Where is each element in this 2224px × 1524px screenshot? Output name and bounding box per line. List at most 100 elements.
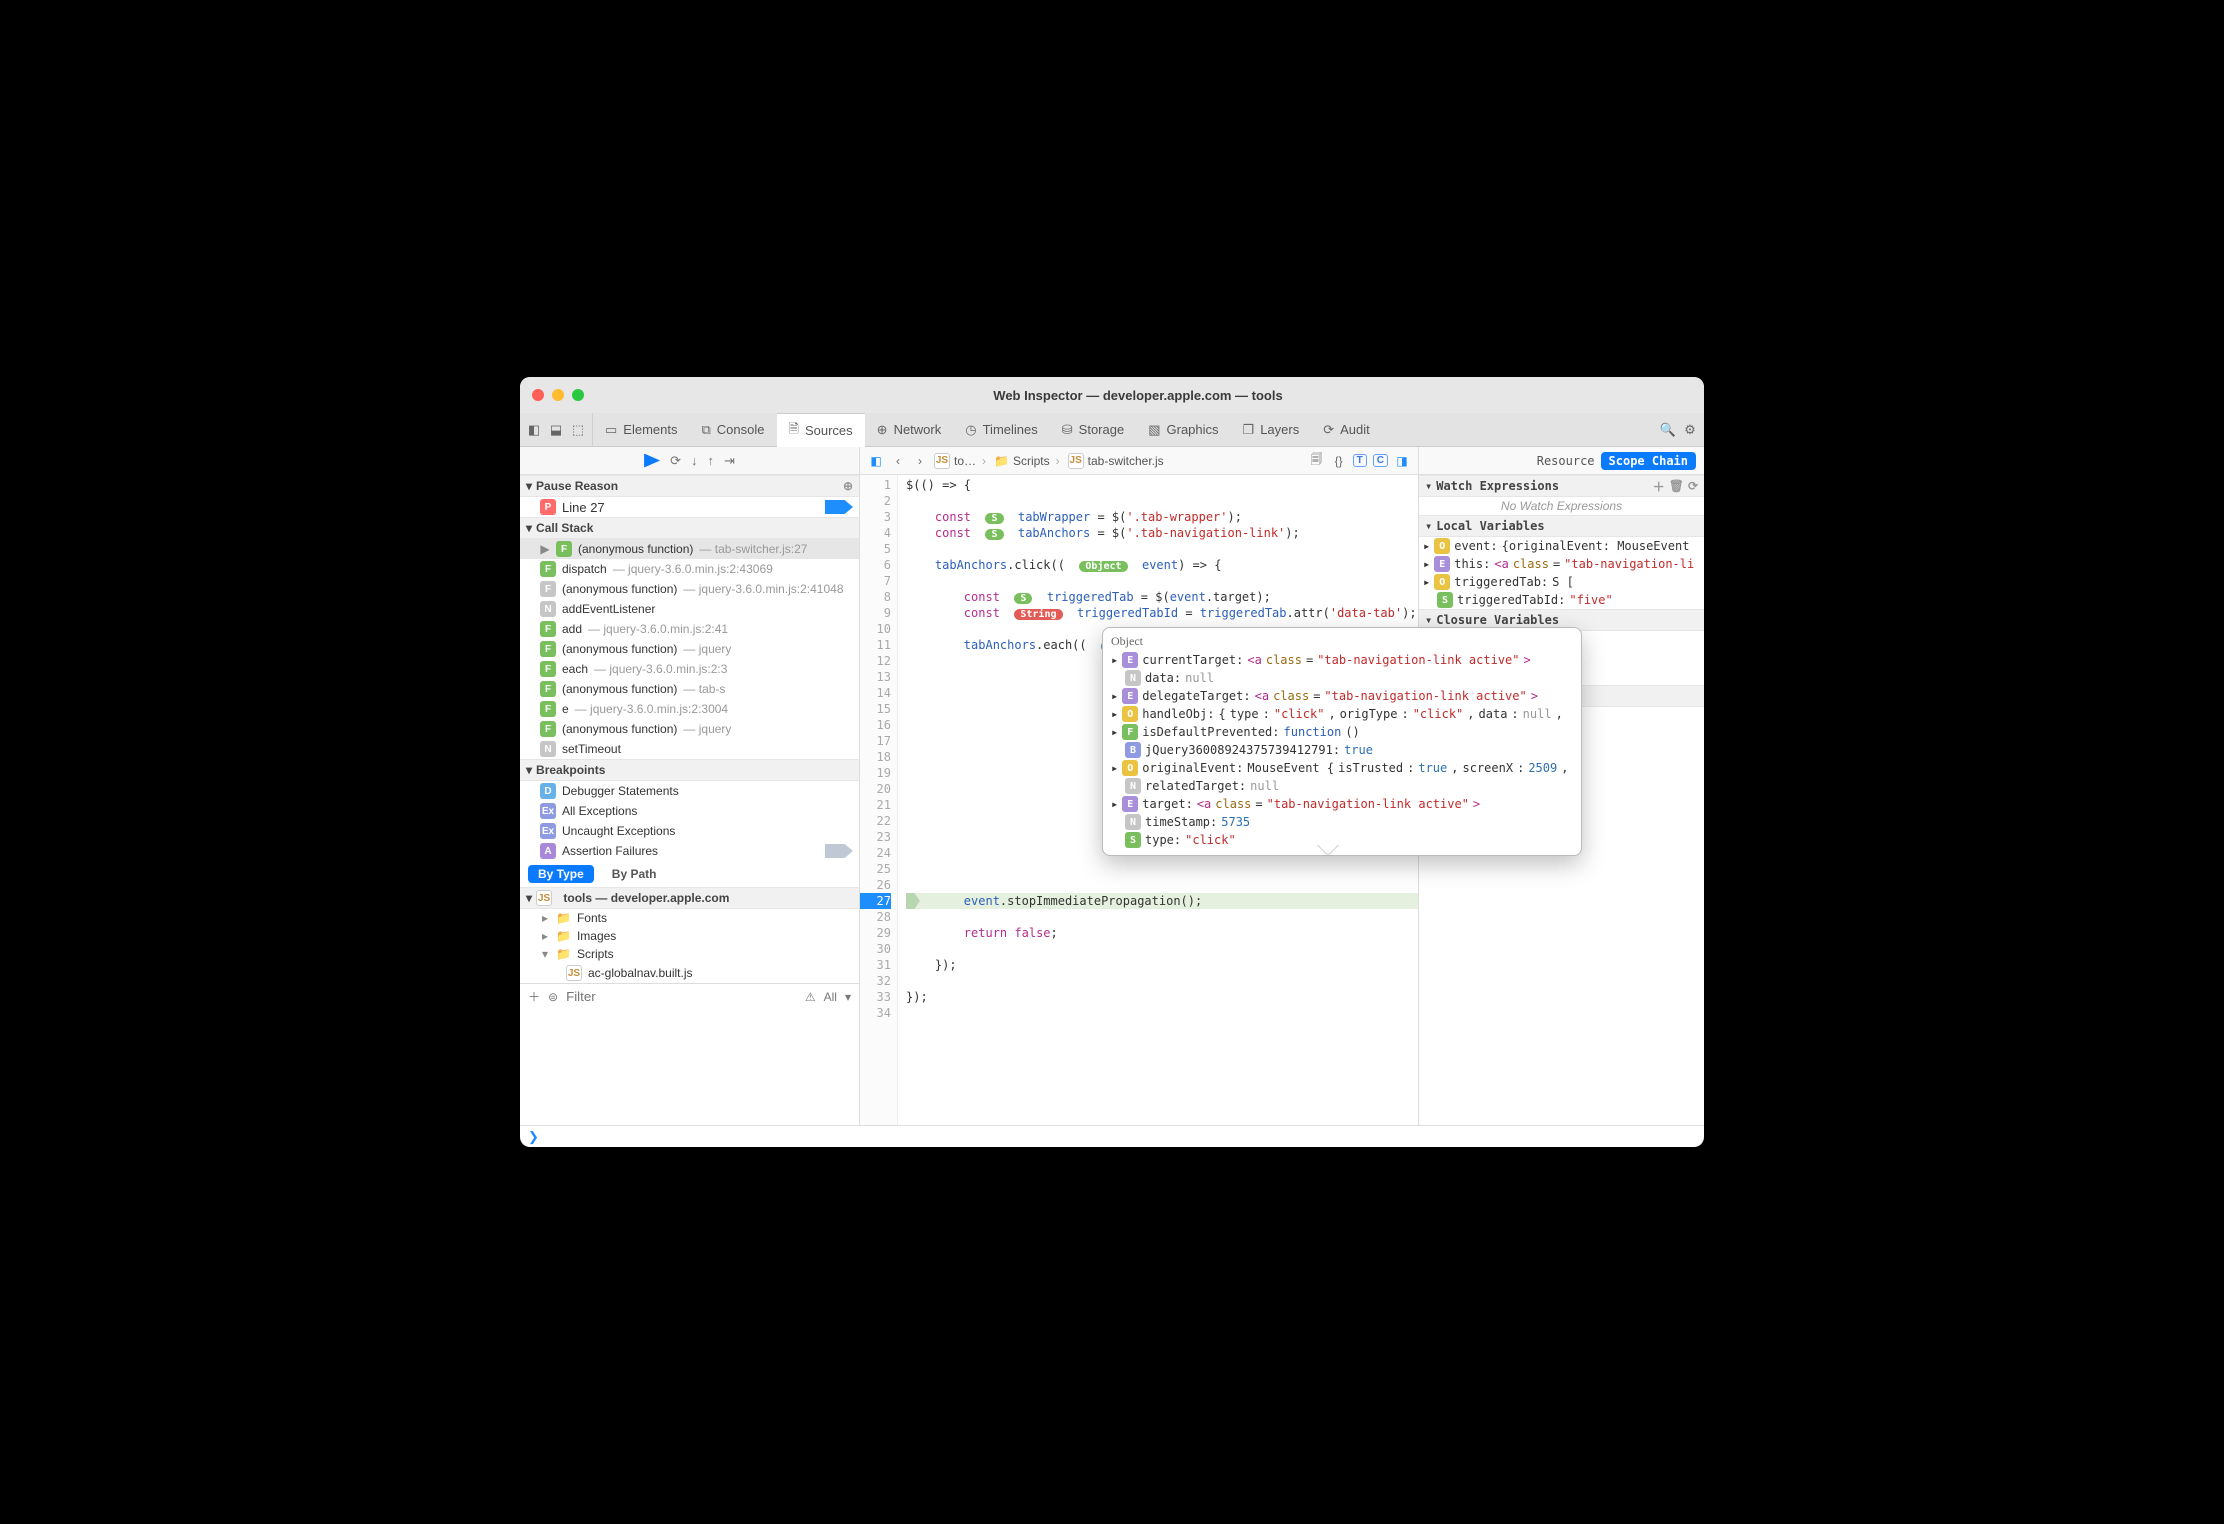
breakpoint-row[interactable]: ExAll Exceptions — [520, 801, 859, 821]
scope-variable[interactable]: ▸Oevent: {originalEvent: MouseEvent — [1419, 537, 1704, 555]
stack-frame[interactable]: F(anonymous function) — jquery — [520, 719, 859, 739]
tab-graphics[interactable]: ▧Graphics — [1136, 413, 1230, 446]
dropdown-icon[interactable]: ▾ — [845, 990, 851, 1004]
right-panel-toggle-icon[interactable]: ◨ — [1394, 453, 1410, 469]
dock-side-icon[interactable]: ◧ — [526, 422, 542, 438]
c-box-icon[interactable]: C — [1373, 454, 1388, 467]
step-over-icon[interactable]: ⟳ — [670, 453, 681, 469]
dock-popout-icon[interactable]: ⬚ — [570, 422, 586, 438]
crumb-folder[interactable]: 📁Scripts — [994, 454, 1062, 468]
stack-frame[interactable]: Fe — jquery-3.6.0.min.js:2:3004 — [520, 699, 859, 719]
by-type-chip[interactable]: By Type — [528, 865, 594, 883]
add-resource-icon[interactable]: ＋ — [528, 988, 540, 1005]
close-icon[interactable] — [532, 389, 544, 401]
filter-input[interactable] — [566, 989, 797, 1004]
resource-tab[interactable]: Resource — [1537, 454, 1595, 468]
maximize-icon[interactable] — [572, 389, 584, 401]
watch-header[interactable]: ▾ Watch Expressions ＋ 🗑 ⟳ — [1419, 475, 1704, 497]
call-stack-header[interactable]: ▾ Call Stack — [520, 517, 859, 539]
step-icon[interactable]: ⇥ — [724, 453, 735, 469]
debugger-toolbar: ⟳ ↓ ↑ ⇥ — [520, 447, 859, 475]
tab-layers[interactable]: ❐Layers — [1231, 413, 1312, 446]
scope-variable[interactable]: ▸Ethis: <a class="tab-navigation-li — [1419, 555, 1704, 573]
dock-bottom-icon[interactable]: ⬓ — [548, 422, 564, 438]
frame-pointer-icon: ▶ — [540, 542, 550, 556]
left-panel-toggle-icon[interactable]: ◧ — [868, 453, 884, 469]
stack-frame[interactable]: Fdispatch — jquery-3.6.0.min.js:2:43069 — [520, 559, 859, 579]
settings-gear-icon[interactable]: ⚙ — [1682, 422, 1698, 438]
tree-folder[interactable]: ▸📁Images — [520, 927, 859, 945]
bp-arrow-icon[interactable] — [825, 844, 853, 858]
tab-network[interactable]: ⊕Network — [865, 413, 954, 446]
stack-frame[interactable]: Feach — jquery-3.6.0.min.js:2:3 — [520, 659, 859, 679]
tree-folder[interactable]: ▾📁Scripts — [520, 945, 859, 963]
tooltip-property[interactable]: NrelatedTarget: null — [1111, 777, 1573, 795]
pause-reason-row[interactable]: P Line 27 — [520, 497, 859, 517]
minimize-icon[interactable] — [552, 389, 564, 401]
add-icon[interactable]: ⊕ — [843, 479, 853, 493]
search-icon[interactable]: 🔍 — [1660, 422, 1676, 438]
braces-icon[interactable]: {} — [1331, 453, 1347, 469]
crumb-root[interactable]: JSto… — [934, 453, 988, 469]
add-watch-icon[interactable]: ＋ — [1653, 478, 1665, 495]
warning-icon[interactable]: ⚠ — [805, 990, 816, 1004]
breakpoint-row[interactable]: ExUncaught Exceptions — [520, 821, 859, 841]
tooltip-property[interactable]: ▸OhandleObj: {type: "click", origType: "… — [1111, 705, 1573, 723]
copy-icon[interactable]: 🗐 — [1309, 453, 1325, 469]
tooltip-property[interactable]: NtimeStamp: 5735 — [1111, 813, 1573, 831]
breakpoint-row[interactable]: AAssertion Failures — [520, 841, 859, 861]
stack-frame[interactable]: ▶F(anonymous function) — tab-switcher.js… — [520, 539, 859, 559]
stack-frame[interactable]: F(anonymous function) — jquery-3.6.0.min… — [520, 579, 859, 599]
nav-back-icon[interactable]: ‹ — [890, 453, 906, 469]
stack-frame[interactable]: NaddEventListener — [520, 599, 859, 619]
clear-watch-icon[interactable]: 🗑 — [1669, 479, 1684, 493]
tooltip-title: Object — [1111, 634, 1573, 651]
scope-chain-tab[interactable]: Scope Chain — [1601, 452, 1696, 470]
tooltip-property[interactable]: Ndata: null — [1111, 669, 1573, 687]
titlebar: Web Inspector — developer.apple.com — to… — [520, 377, 1704, 413]
tooltip-property[interactable]: ▸Etarget: <a class="tab-navigation-link … — [1111, 795, 1573, 813]
tab-elements[interactable]: ▭Elements — [593, 413, 690, 446]
tab-sources[interactable]: 🗎Sources — [777, 413, 865, 447]
tooltip-property[interactable]: ▸OoriginalEvent: MouseEvent {isTrusted: … — [1111, 759, 1573, 777]
local-vars-header[interactable]: ▾ Local Variables — [1419, 515, 1704, 537]
tab-storage[interactable]: ⛁Storage — [1050, 413, 1136, 446]
scope-variable[interactable]: StriggeredTabId: "five" — [1419, 591, 1704, 609]
type-badge-icon: E — [1434, 556, 1450, 572]
tree-folder[interactable]: ▸📁Fonts — [520, 909, 859, 927]
resume-icon[interactable] — [644, 454, 660, 468]
refresh-watch-icon[interactable]: ⟳ — [1688, 479, 1698, 493]
tooltip-property[interactable]: ▸EdelegateTarget: <a class="tab-navigati… — [1111, 687, 1573, 705]
tab-timelines[interactable]: ◷Timelines — [953, 413, 1050, 446]
network-icon: ⊕ — [877, 422, 888, 438]
breakpoint-row[interactable]: DDebugger Statements — [520, 781, 859, 801]
tooltip-property[interactable]: ▸FisDefaultPrevented: function() — [1111, 723, 1573, 741]
jump-arrow-icon[interactable] — [825, 500, 853, 514]
by-path-chip[interactable]: By Path — [602, 865, 667, 883]
stack-frame[interactable]: Fadd — jquery-3.6.0.min.js:2:41 — [520, 619, 859, 639]
console-prompt[interactable]: ❯ — [520, 1125, 1704, 1147]
stack-frame[interactable]: F(anonymous function) — tab-s — [520, 679, 859, 699]
type-badge-icon: B — [1125, 742, 1141, 758]
breakpoint-badge-icon: A — [540, 843, 556, 859]
nav-forward-icon[interactable]: › — [912, 453, 928, 469]
resources-header[interactable]: ▾ JS tools — developer.apple.com — [520, 887, 859, 909]
step-out-icon[interactable]: ↑ — [708, 453, 715, 468]
tooltip-property[interactable]: ▸EcurrentTarget: <a class="tab-navigatio… — [1111, 651, 1573, 669]
scope-variable[interactable]: ▸OtriggeredTab: S [ — [1419, 573, 1704, 591]
tooltip-property[interactable]: Stype: "click" — [1111, 831, 1573, 849]
filter-all-label[interactable]: All — [824, 990, 837, 1004]
tab-audit[interactable]: ⟳Audit — [1311, 413, 1382, 446]
inspector-tabs: ◧ ⬓ ⬚ ▭Elements ⧉Console 🗎Sources ⊕Netwo… — [520, 413, 1704, 447]
step-into-icon[interactable]: ↓ — [691, 453, 698, 468]
breakpoints-header[interactable]: ▾ Breakpoints — [520, 759, 859, 781]
crumb-file[interactable]: JStab-switcher.js — [1068, 453, 1164, 469]
line-gutter[interactable]: 1234567891011121314151617181920212223242… — [860, 475, 898, 1125]
stack-frame[interactable]: F(anonymous function) — jquery — [520, 639, 859, 659]
tooltip-property[interactable]: BjQuery36008924375739412791: true — [1111, 741, 1573, 759]
tree-file[interactable]: JSac-globalnav.built.js — [520, 963, 859, 983]
tab-console[interactable]: ⧉Console — [690, 413, 777, 446]
pause-reason-header[interactable]: ▾ Pause Reason⊕ — [520, 475, 859, 497]
stack-frame[interactable]: NsetTimeout — [520, 739, 859, 759]
t-box-icon[interactable]: T — [1353, 454, 1367, 467]
